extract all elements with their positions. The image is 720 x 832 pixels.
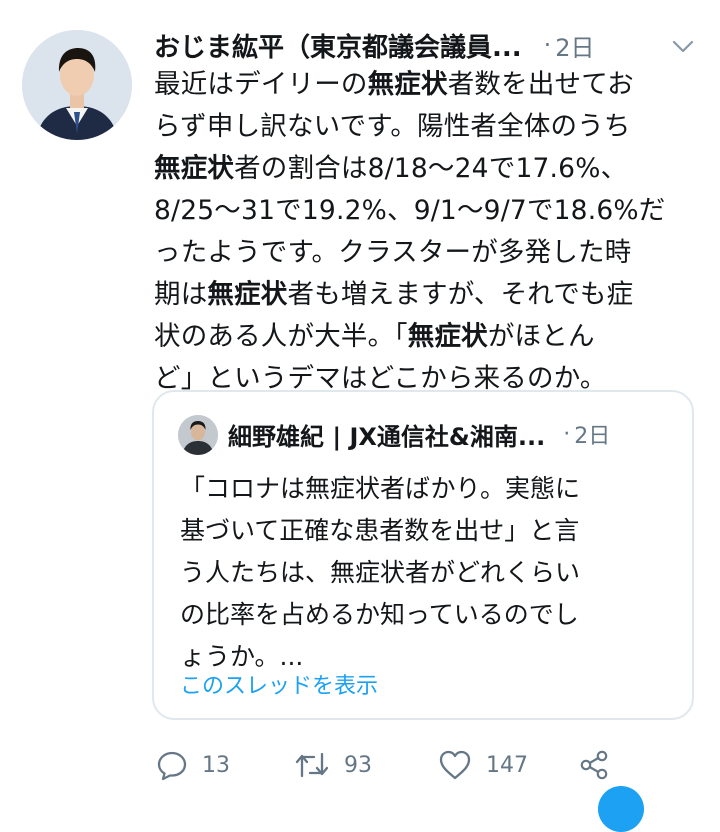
retweet-button[interactable]: 93: [294, 745, 372, 785]
tweet-timestamp[interactable]: 2日: [555, 28, 594, 63]
quoted-author-avatar: [178, 415, 218, 455]
like-button[interactable]: 147: [438, 745, 528, 785]
text-segment: ったようです。クラスターが多発した時: [154, 237, 632, 268]
text-segment: 者も増えますが、それでも症: [287, 279, 634, 310]
tweet-text-line: ったようです。クラスターが多発した時: [154, 232, 704, 274]
reply-button[interactable]: 13: [156, 745, 230, 785]
text-segment: 8/25〜31で19.2%、9/1〜9/7で18.6%だ: [154, 195, 666, 226]
comment-icon: [157, 751, 187, 781]
share-icon: [580, 750, 608, 780]
quoted-avatar-photo: [178, 415, 218, 455]
tweet-text-line: らず申し訳ないです。陽性者全体のうち: [154, 106, 704, 148]
text-segment: 期は: [154, 279, 208, 310]
highlighted-keyword: 無症状: [367, 69, 448, 100]
author-name[interactable]: おじま紘平（東京都議会議員...: [154, 27, 522, 64]
author-avatar[interactable]: [22, 30, 132, 140]
chevron-down-icon[interactable]: [671, 34, 695, 58]
highlighted-keyword: 無症状: [407, 321, 488, 352]
text-segment: 者の割合は8/18〜24で17.6%、: [234, 153, 628, 184]
text-segment: 状のある人が大半。「: [154, 321, 408, 352]
tweet-text-line: 期は無症状者も増えますが、それでも症: [154, 274, 704, 316]
quoted-tweet-header: 細野雄紀 | JX通信社&湘南... · 2日: [228, 414, 668, 454]
highlighted-keyword: 無症状: [207, 279, 288, 310]
tweet[interactable]: おじま紘平（東京都議会議員... · 2日 最近はデイリーの無症状者数を出せてお…: [0, 0, 720, 832]
retweet-count: 93: [344, 752, 372, 778]
avatar-photo: [22, 30, 132, 140]
text-segment: がほとん: [487, 321, 595, 352]
quoted-author-name: 細野雄紀 | JX通信社&湘南...: [228, 422, 546, 451]
heart-icon: [439, 750, 471, 780]
quoted-text-line: う人たちは、無症状者がどれくらい: [180, 558, 581, 587]
tweet-text-line: 状のある人が大半。「無症状がほとん: [154, 316, 704, 358]
quoted-text-line: 「コロナは無症状者ばかり。実態に: [180, 474, 581, 503]
tweet-text-line: 無症状者の割合は8/18〜24で17.6%、: [154, 148, 704, 190]
text-segment: らず申し訳ないです。陽性者全体のうち: [154, 111, 631, 142]
quoted-text-line: 基づいて正確な患者数を出せ」と言: [180, 516, 580, 545]
quoted-separator-dot: ·: [563, 421, 571, 447]
share-button[interactable]: [578, 745, 610, 785]
quoted-text-line: の比率を占めるか知っているのでし: [180, 600, 579, 629]
text-segment: 者数を出せてお: [447, 69, 634, 100]
show-thread-link[interactable]: このスレッドを表示: [180, 668, 378, 700]
like-count: 147: [486, 752, 528, 778]
tweet-text-line: 最近はデイリーの無症状者数を出せてお: [154, 64, 704, 106]
tweet-text: 最近はデイリーの無症状者数を出せてお らず申し訳ないです。陽性者全体のうち 無症状者…: [154, 64, 704, 400]
tweet-actions: 13 93 147: [154, 745, 624, 785]
tweet-header: おじま紘平（東京都議会議員... · 2日: [154, 22, 699, 68]
retweet-icon: [295, 752, 329, 778]
compose-button[interactable]: [598, 786, 644, 832]
quoted-tweet-card[interactable]: 細野雄紀 | JX通信社&湘南... · 2日 「コロナは無症状者ばかり。実態に…: [152, 390, 694, 720]
quoted-tweet-timestamp: 2日: [574, 424, 611, 449]
quoted-tweet-text: 「コロナは無症状者ばかり。実態に 基づいて正確な患者数を出せ」と言 う人たちは、…: [180, 468, 680, 678]
highlighted-keyword: 無症状: [154, 153, 235, 184]
tweet-text-line: 8/25〜31で19.2%、9/1〜9/7で18.6%だ: [154, 190, 704, 232]
text-segment: 最近はデイリーの: [154, 69, 368, 100]
separator-dot: ·: [543, 31, 552, 59]
reply-count: 13: [202, 752, 230, 778]
